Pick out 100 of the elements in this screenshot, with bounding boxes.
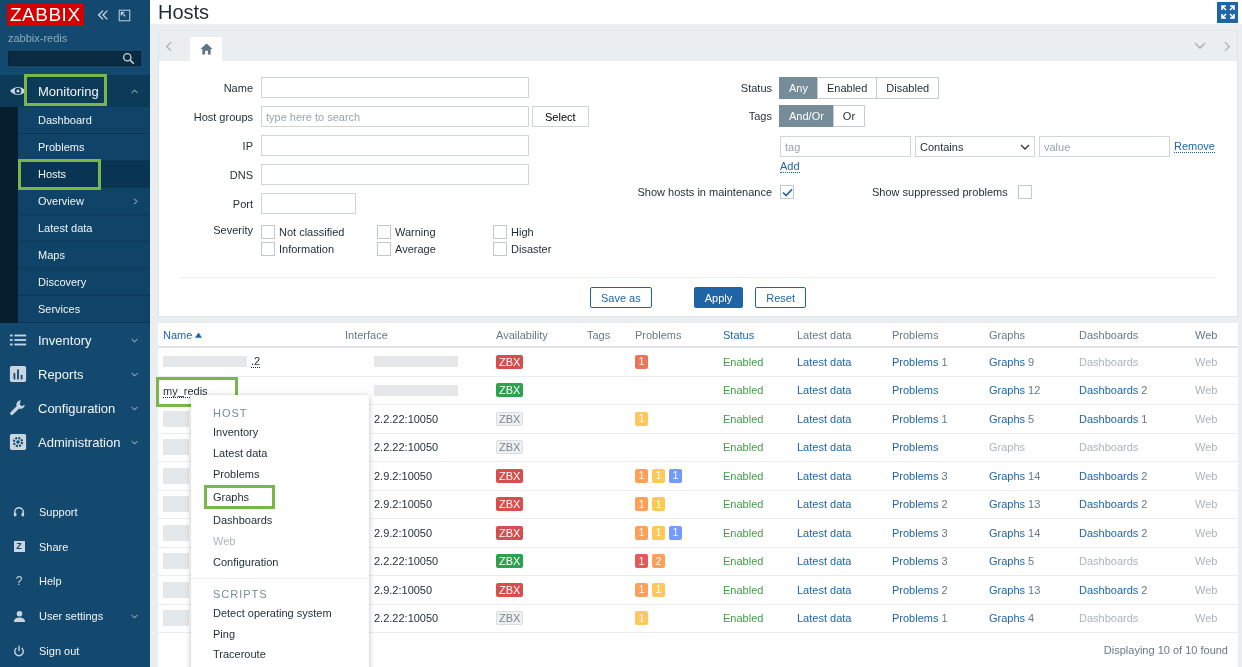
- input-field[interactable]: [261, 164, 529, 185]
- latest-data-link[interactable]: Latest data: [797, 612, 852, 625]
- latest-data-link[interactable]: Latest data: [797, 555, 852, 568]
- segment-button[interactable]: And/Or: [779, 105, 834, 127]
- submenu-item[interactable]: Hosts: [18, 161, 150, 188]
- submenu-item[interactable]: Latest data: [18, 215, 150, 242]
- latest-data-link[interactable]: Latest data: [797, 441, 852, 454]
- status-link[interactable]: Enabled: [723, 526, 764, 539]
- sidebar-link[interactable]: Z Share: [0, 529, 150, 565]
- submenu-item[interactable]: Services: [18, 296, 150, 323]
- checkbox[interactable]: [780, 185, 794, 199]
- fullscreen-button[interactable]: [1217, 1, 1238, 23]
- home-tab[interactable]: [190, 37, 222, 61]
- problems-link[interactable]: Problems: [892, 526, 939, 539]
- status-link[interactable]: Enabled: [723, 498, 764, 511]
- latest-data-link[interactable]: Latest data: [797, 583, 852, 596]
- graphs-link[interactable]: Graphs: [989, 498, 1026, 511]
- action-button[interactable]: Reset: [755, 287, 806, 308]
- dashboards-link[interactable]: Dashboards: [1079, 412, 1139, 425]
- menu-item[interactable]: Configuration: [191, 552, 369, 573]
- column-header[interactable]: Status: [723, 328, 755, 341]
- segment-button[interactable]: Any: [779, 77, 818, 99]
- checkbox[interactable]: [377, 224, 391, 239]
- problems-link[interactable]: Problems: [892, 469, 939, 482]
- problems-link[interactable]: Problems: [892, 412, 939, 425]
- status-link[interactable]: Enabled: [723, 384, 764, 397]
- action-button[interactable]: Apply: [693, 287, 744, 308]
- dashboards-link[interactable]: Dashboards: [1079, 384, 1139, 397]
- input-field[interactable]: value: [1039, 136, 1170, 157]
- menu-item[interactable]: Dashboards: [191, 510, 369, 532]
- menu-item[interactable]: Inventory: [191, 422, 369, 443]
- sidebar-link[interactable]: ? Help: [0, 564, 150, 599]
- input-field[interactable]: [261, 193, 356, 214]
- status-link[interactable]: Enabled: [723, 555, 764, 568]
- checkbox[interactable]: [261, 224, 275, 239]
- input-field[interactable]: type here to search: [261, 106, 529, 127]
- checkbox[interactable]: [1017, 185, 1032, 199]
- menu-section[interactable]: Configuration: [0, 391, 150, 425]
- menu-item[interactable]: Problems: [191, 463, 369, 485]
- status-link[interactable]: Enabled: [723, 612, 764, 625]
- dashboards-link[interactable]: Dashboards: [1079, 526, 1139, 539]
- sidebar-link[interactable]: Sign out: [0, 633, 150, 667]
- latest-data-link[interactable]: Latest data: [797, 469, 852, 482]
- chevron-down-icon[interactable]: [1194, 42, 1206, 50]
- dropdown[interactable]: Contains: [915, 136, 1035, 157]
- menu-item[interactable]: Traceroute: [191, 644, 369, 666]
- status-link[interactable]: Enabled: [723, 355, 764, 368]
- menu-section[interactable]: Administration: [0, 425, 150, 459]
- host-name-link[interactable]: .2: [251, 355, 261, 369]
- menu-section[interactable]: Inventory: [0, 323, 150, 357]
- graphs-link[interactable]: Graphs: [989, 384, 1026, 397]
- graphs-link[interactable]: Graphs: [989, 526, 1026, 539]
- menu-item[interactable]: Detect operating system: [191, 602, 369, 624]
- logo[interactable]: ZABBIX: [7, 4, 84, 26]
- menu-item[interactable]: Ping: [191, 623, 369, 645]
- graphs-link[interactable]: Graphs: [989, 469, 1026, 482]
- status-link[interactable]: Enabled: [723, 441, 764, 454]
- checkbox[interactable]: [261, 241, 275, 256]
- input-field[interactable]: [261, 77, 529, 98]
- problems-link[interactable]: Problems: [892, 612, 939, 625]
- sidebar-link[interactable]: Support: [0, 495, 150, 530]
- graphs-link[interactable]: Graphs: [989, 583, 1026, 596]
- latest-data-link[interactable]: Latest data: [797, 355, 852, 368]
- segment-button[interactable]: Enabled: [816, 77, 878, 99]
- dashboards-link[interactable]: Dashboards: [1079, 469, 1139, 482]
- graphs-link[interactable]: Graphs: [989, 412, 1026, 425]
- problems-link[interactable]: Problems: [892, 555, 939, 568]
- sidebar-link[interactable]: User settings: [0, 598, 150, 634]
- status-link[interactable]: Enabled: [723, 583, 764, 596]
- collapse-icon[interactable]: [95, 8, 110, 22]
- menu-item[interactable]: Latest data: [191, 442, 369, 464]
- latest-data-link[interactable]: Latest data: [797, 384, 852, 397]
- status-link[interactable]: Enabled: [723, 469, 764, 482]
- checkbox[interactable]: [377, 241, 391, 256]
- latest-data-link[interactable]: Latest data: [797, 412, 852, 425]
- graphs-link[interactable]: Graphs: [989, 355, 1026, 368]
- segment-button[interactable]: Disabled: [876, 77, 940, 99]
- menu-section[interactable]: Monitoring: [0, 75, 150, 107]
- add-link[interactable]: Add: [780, 160, 800, 173]
- submenu-item[interactable]: Dashboard: [18, 107, 150, 134]
- dashboards-link[interactable]: Dashboards: [1079, 583, 1139, 596]
- problems-link[interactable]: Problems: [892, 498, 939, 511]
- problems-link[interactable]: Problems: [892, 441, 939, 454]
- menu-section[interactable]: Reports: [0, 357, 150, 391]
- column-header[interactable]: Name: [163, 328, 193, 341]
- select-button[interactable]: Select: [532, 106, 589, 127]
- problems-link[interactable]: Problems: [892, 583, 939, 596]
- checkbox[interactable]: [493, 241, 507, 256]
- checkbox[interactable]: [493, 224, 507, 239]
- dashboards-link[interactable]: Dashboards: [1079, 498, 1139, 511]
- latest-data-link[interactable]: Latest data: [797, 526, 852, 539]
- latest-data-link[interactable]: Latest data: [797, 498, 852, 511]
- graphs-link[interactable]: Graphs: [989, 612, 1026, 625]
- remove-link[interactable]: Remove: [1174, 140, 1215, 153]
- problem-count-badge[interactable]: 1: [635, 554, 648, 569]
- graphs-link[interactable]: Graphs: [989, 555, 1026, 568]
- menu-item[interactable]: Graphs: [204, 485, 275, 510]
- problems-link[interactable]: Problems: [892, 355, 939, 368]
- status-link[interactable]: Enabled: [723, 412, 764, 425]
- submenu-item[interactable]: Overview: [18, 188, 150, 215]
